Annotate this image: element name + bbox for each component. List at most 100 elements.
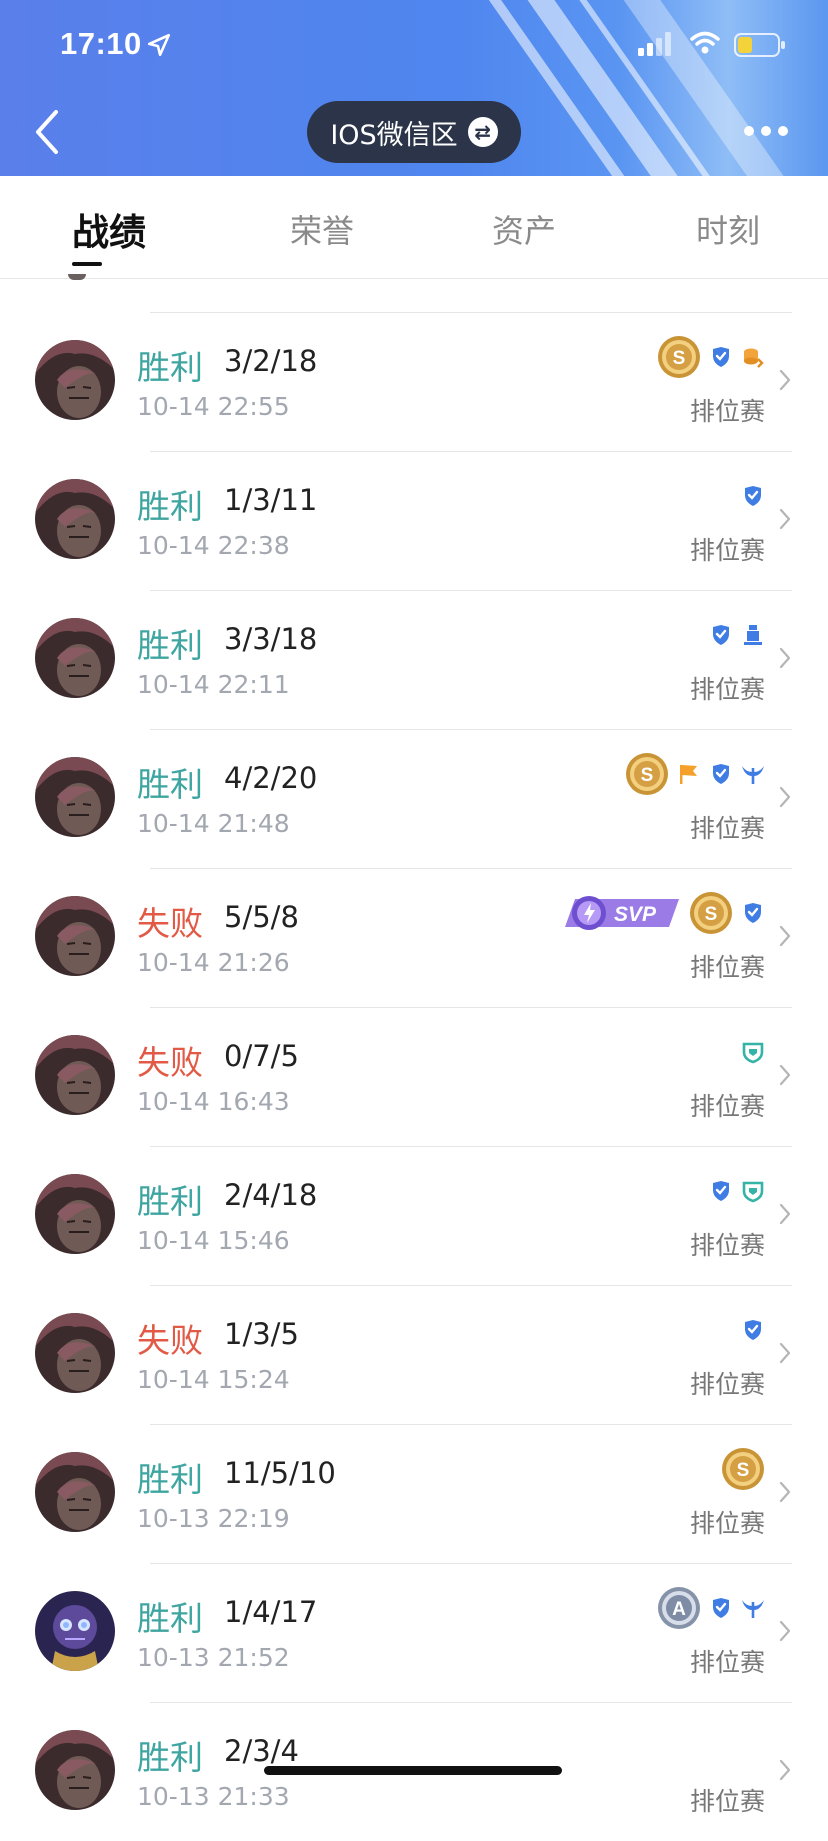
chevron-right-icon — [779, 1481, 791, 1503]
row-divider — [150, 868, 792, 869]
svg-text:A: A — [672, 1599, 686, 1620]
match-time: 10-14 21:26 — [137, 948, 290, 977]
row-divider — [150, 1424, 792, 1425]
svg-text:S: S — [641, 765, 654, 786]
medal-s-gold-icon: S — [658, 336, 700, 378]
match-badges: S — [721, 1446, 765, 1492]
svg-text:S: S — [673, 348, 686, 369]
match-result: 胜利 — [137, 487, 203, 526]
match-mode: 排位赛 — [689, 397, 765, 426]
match-time: 10-14 22:38 — [137, 531, 290, 560]
dot-icon — [761, 126, 771, 136]
match-result: 胜利 — [137, 1182, 203, 1221]
tab-records[interactable]: 战绩 — [72, 202, 146, 256]
hero-avatar — [35, 1730, 115, 1810]
match-result: 失败 — [137, 904, 203, 943]
flag-icon — [680, 765, 697, 784]
match-row[interactable]: 失败 5/5/8 10-14 21:26 排位赛 SVP S — [0, 868, 828, 1007]
match-result: 胜利 — [137, 626, 203, 665]
match-badges — [741, 1029, 765, 1075]
match-mode: 排位赛 — [689, 1370, 765, 1399]
match-result: 失败 — [137, 1043, 203, 1082]
chevron-right-icon — [779, 1620, 791, 1642]
match-row[interactable]: 胜利 4/2/20 10-14 21:48 排位赛 S — [0, 729, 828, 868]
match-mode: 排位赛 — [689, 1787, 765, 1816]
coin-stack-icon — [744, 348, 764, 368]
match-mode: 排位赛 — [689, 1648, 765, 1677]
status-time: 17:10 — [60, 26, 142, 61]
match-time: 10-13 21:33 — [137, 1782, 290, 1811]
match-kda: 3/3/18 — [224, 622, 318, 656]
match-mode: 排位赛 — [689, 1231, 765, 1260]
match-time: 10-13 22:19 — [137, 1504, 290, 1533]
ranked-badge-icon — [745, 486, 761, 506]
match-kda: 3/2/18 — [224, 344, 318, 378]
ranked-badge-icon — [745, 903, 761, 923]
hero-avatar — [35, 340, 115, 420]
chevron-right-icon — [779, 647, 791, 669]
server-switch-button[interactable]: IOS微信区 ⇄ — [307, 101, 521, 163]
match-badges — [741, 473, 765, 519]
wings-icon — [742, 1600, 764, 1618]
match-row[interactable]: 胜利 1/4/17 10-13 21:52 排位赛 A — [0, 1563, 828, 1702]
wings-icon — [742, 766, 764, 784]
server-label: IOS微信区 — [330, 119, 458, 151]
match-mode: 排位赛 — [689, 1509, 765, 1538]
hero-avatar — [35, 1035, 115, 1115]
hero-avatar — [35, 479, 115, 559]
match-result: 胜利 — [137, 765, 203, 804]
ranked-badge-icon — [713, 1181, 729, 1201]
match-badges: S — [625, 751, 765, 797]
chevron-right-icon — [779, 508, 791, 530]
svg-text:S: S — [737, 1460, 750, 1481]
match-kda: 2/3/4 — [224, 1734, 299, 1768]
svp-badge: SVP — [565, 896, 679, 930]
match-time: 10-14 21:48 — [137, 809, 290, 838]
match-row[interactable]: 失败 0/7/5 10-14 16:43 排位赛 — [0, 1007, 828, 1146]
match-time: 10-13 21:52 — [137, 1643, 290, 1672]
match-row[interactable]: 胜利 1/3/11 10-14 22:38 排位赛 — [0, 451, 828, 590]
match-kda: 5/5/8 — [224, 900, 299, 934]
chevron-right-icon — [779, 1342, 791, 1364]
dot-icon — [744, 126, 754, 136]
dot-icon — [778, 126, 788, 136]
hero-avatar — [35, 618, 115, 698]
match-time: 10-14 22:11 — [137, 670, 290, 699]
match-mode: 排位赛 — [689, 953, 765, 982]
tab-honors[interactable]: 荣誉 — [290, 206, 354, 252]
partial-avatar — [68, 274, 86, 280]
svp-label: SVP — [614, 903, 657, 926]
row-divider — [150, 590, 792, 591]
tab-assets[interactable]: 资产 — [492, 206, 556, 252]
tab-moments[interactable]: 时刻 — [696, 206, 760, 252]
match-mode: 排位赛 — [689, 814, 765, 843]
medal-s-gold-icon: S — [690, 892, 732, 934]
ranked-badge-icon — [713, 1598, 729, 1618]
row-divider — [150, 1146, 792, 1147]
match-row[interactable]: 失败 1/3/5 10-14 15:24 排位赛 — [0, 1285, 828, 1424]
match-row[interactable]: 胜利 3/3/18 10-14 22:11 排位赛 — [0, 590, 828, 729]
match-result: 胜利 — [137, 348, 203, 387]
row-divider — [150, 1285, 792, 1286]
more-options-button[interactable] — [744, 126, 788, 138]
match-kda: 1/4/17 — [224, 1595, 318, 1629]
match-badges — [709, 1168, 765, 1214]
match-row[interactable]: 胜利 11/5/10 10-13 22:19 排位赛 S — [0, 1424, 828, 1563]
match-time: 10-14 15:46 — [137, 1226, 290, 1255]
battery-icon — [734, 33, 785, 57]
hero-avatar — [35, 757, 115, 837]
row-divider — [150, 1563, 792, 1564]
row-divider — [150, 729, 792, 730]
match-kda: 1/3/11 — [224, 483, 318, 517]
match-kda: 0/7/5 — [224, 1039, 299, 1073]
chevron-right-icon — [779, 925, 791, 947]
match-row[interactable]: 胜利 2/4/18 10-14 15:46 排位赛 — [0, 1146, 828, 1285]
match-row[interactable]: 胜利 3/2/18 10-14 22:55 排位赛 S — [0, 312, 828, 451]
match-mode: 排位赛 — [689, 1092, 765, 1121]
row-divider — [150, 1007, 792, 1008]
match-result: 失败 — [137, 1321, 203, 1360]
back-button[interactable] — [30, 108, 64, 156]
hero-avatar — [35, 1174, 115, 1254]
wifi-icon — [690, 31, 720, 54]
shield-icon — [742, 1181, 764, 1203]
